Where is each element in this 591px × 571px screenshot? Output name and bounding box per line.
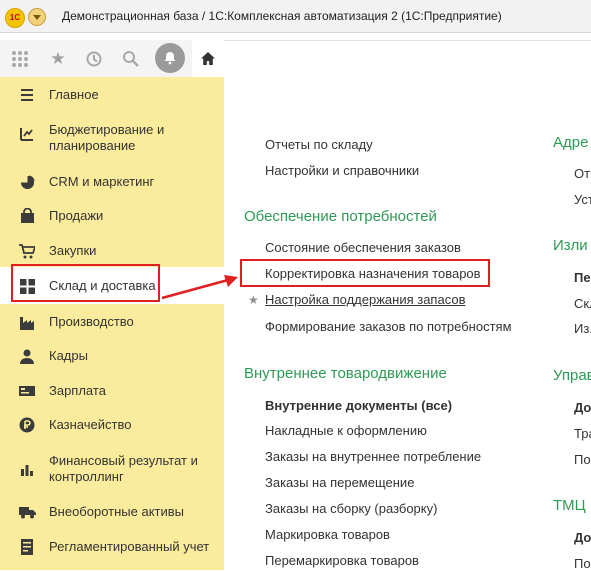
link-col2-3[interactable]: Пе (574, 270, 591, 285)
cart-icon (18, 242, 36, 260)
search-icon[interactable] (115, 40, 147, 77)
link-order-supply-status[interactable]: Состояние обеспечения заказов (265, 240, 461, 255)
pie-chart-icon (18, 173, 36, 191)
section-toolbar: ★ (0, 40, 224, 77)
link-settings-and-catalogs[interactable]: Настройки и справочники (265, 163, 419, 178)
bag-icon (18, 207, 36, 225)
apps-grid-icon[interactable] (4, 40, 36, 77)
factory-icon (18, 313, 36, 331)
window-title-bar: 1С Демонстрационная база / 1С:Комплексна… (0, 0, 591, 33)
sidebar-item-label: Зарплата (49, 383, 106, 398)
bell-icon[interactable] (155, 43, 185, 73)
highlight-box-goods-assignment (240, 259, 490, 287)
section-title-internal-movement: Внутреннее товародвижение (244, 365, 447, 382)
1c-logo-icon[interactable]: 1С (5, 8, 25, 28)
link-assembly-orders[interactable]: Заказы на сборку (разборку) (265, 501, 437, 516)
link-warehouse-reports[interactable]: Отчеты по складу (265, 137, 373, 152)
link-internal-consumption-orders[interactable]: Заказы на внутреннее потребление (265, 449, 481, 464)
sidebar-item-label: Кадры (49, 348, 88, 363)
link-col2-6[interactable]: До (574, 400, 591, 415)
menu-lines-icon (18, 86, 36, 104)
sidebar-item-regulated-accounting[interactable]: Регламентированный учет (0, 536, 224, 558)
favorite-star-icon[interactable]: ★ (248, 293, 259, 307)
sidebar-item-budgeting[interactable]: Бюджетирование и планирование (0, 120, 224, 156)
link-internal-documents-all[interactable]: Внутренние документы (все) (265, 398, 452, 413)
ledger-icon (18, 538, 36, 556)
link-waybills-to-issue[interactable]: Накладные к оформлению (265, 423, 427, 438)
main-menu-dropdown-icon[interactable] (28, 8, 46, 26)
home-icon[interactable] (192, 40, 224, 77)
toolbar-spacer (224, 40, 591, 78)
sidebar-item-label: Главное (49, 87, 99, 102)
sidebar-item-sales[interactable]: Продажи (0, 205, 224, 227)
link-col2-2[interactable]: Уст (574, 192, 591, 207)
person-icon (18, 347, 36, 365)
sidebar-item-production[interactable]: Производство (0, 311, 224, 333)
sidebar-item-label: Производство (49, 314, 134, 329)
sidebar-item-label: Продажи (49, 208, 104, 223)
link-col2-1[interactable]: Отч (574, 166, 591, 181)
sidebar-item-purchases[interactable]: Закупки (0, 240, 224, 262)
sidebar-item-label: Бюджетирование и планирование (49, 122, 165, 153)
sidebar-item-label: Закупки (49, 243, 97, 258)
truck-icon (18, 503, 36, 521)
link-orders-by-demand[interactable]: Формирование заказов по потребностям (265, 319, 512, 334)
star-icon[interactable]: ★ (42, 40, 74, 77)
bar-chart-icon (18, 460, 36, 478)
sidebar-item-payroll[interactable]: Зарплата (0, 380, 224, 402)
link-goods-relabeling[interactable]: Перемаркировка товаров (265, 553, 419, 568)
sidebar-item-treasury[interactable]: Казначейство (0, 414, 224, 436)
link-col2-7[interactable]: Тра (574, 426, 591, 441)
section-title-col2-1: Адре (553, 134, 589, 151)
link-col2-4[interactable]: Скл (574, 296, 591, 311)
link-col2-9[interactable]: До (574, 530, 591, 545)
history-icon[interactable] (78, 40, 110, 77)
link-col2-8[interactable]: По (574, 452, 591, 467)
link-col2-5[interactable]: Из. (574, 321, 591, 336)
ruble-coin-icon (18, 416, 36, 434)
sidebar-item-label: Регламентированный учет (49, 539, 210, 554)
section-title-col2-3: Управ (553, 367, 591, 384)
sidebar-item-hr[interactable]: Кадры (0, 345, 224, 367)
link-transfer-orders[interactable]: Заказы на перемещение (265, 475, 414, 490)
link-col2-10[interactable]: По (574, 556, 591, 571)
payroll-icon (18, 382, 36, 400)
section-title-demand-supply: Обеспечение потребностей (244, 208, 437, 225)
budget-chart-icon (18, 125, 36, 143)
sidebar-item-main[interactable]: Главное (0, 84, 224, 106)
sidebar-item-label: CRM и маркетинг (49, 174, 155, 189)
window-title: Демонстрационная база / 1С:Комплексная а… (62, 9, 502, 23)
sidebar-item-crm[interactable]: CRM и маркетинг (0, 171, 224, 193)
sidebar-item-label: Внеоборотные активы (49, 504, 185, 519)
section-title-col2-4: ТМЦ (553, 497, 586, 514)
highlight-box-warehouse (11, 264, 160, 302)
section-title-col2-2: Изли (553, 237, 588, 254)
link-stock-maintenance-settings[interactable]: Настройка поддержания запасов (265, 292, 465, 307)
sidebar-item-finance-result[interactable]: Финансовый результат и контроллинг (0, 451, 224, 487)
sidebar-item-label: Финансовый результат и контроллинг (49, 453, 198, 484)
sidebar-item-label: Казначейство (49, 417, 132, 432)
sidebar-item-fixed-assets[interactable]: Внеоборотные активы (0, 501, 224, 523)
link-goods-labeling[interactable]: Маркировка товаров (265, 527, 390, 542)
